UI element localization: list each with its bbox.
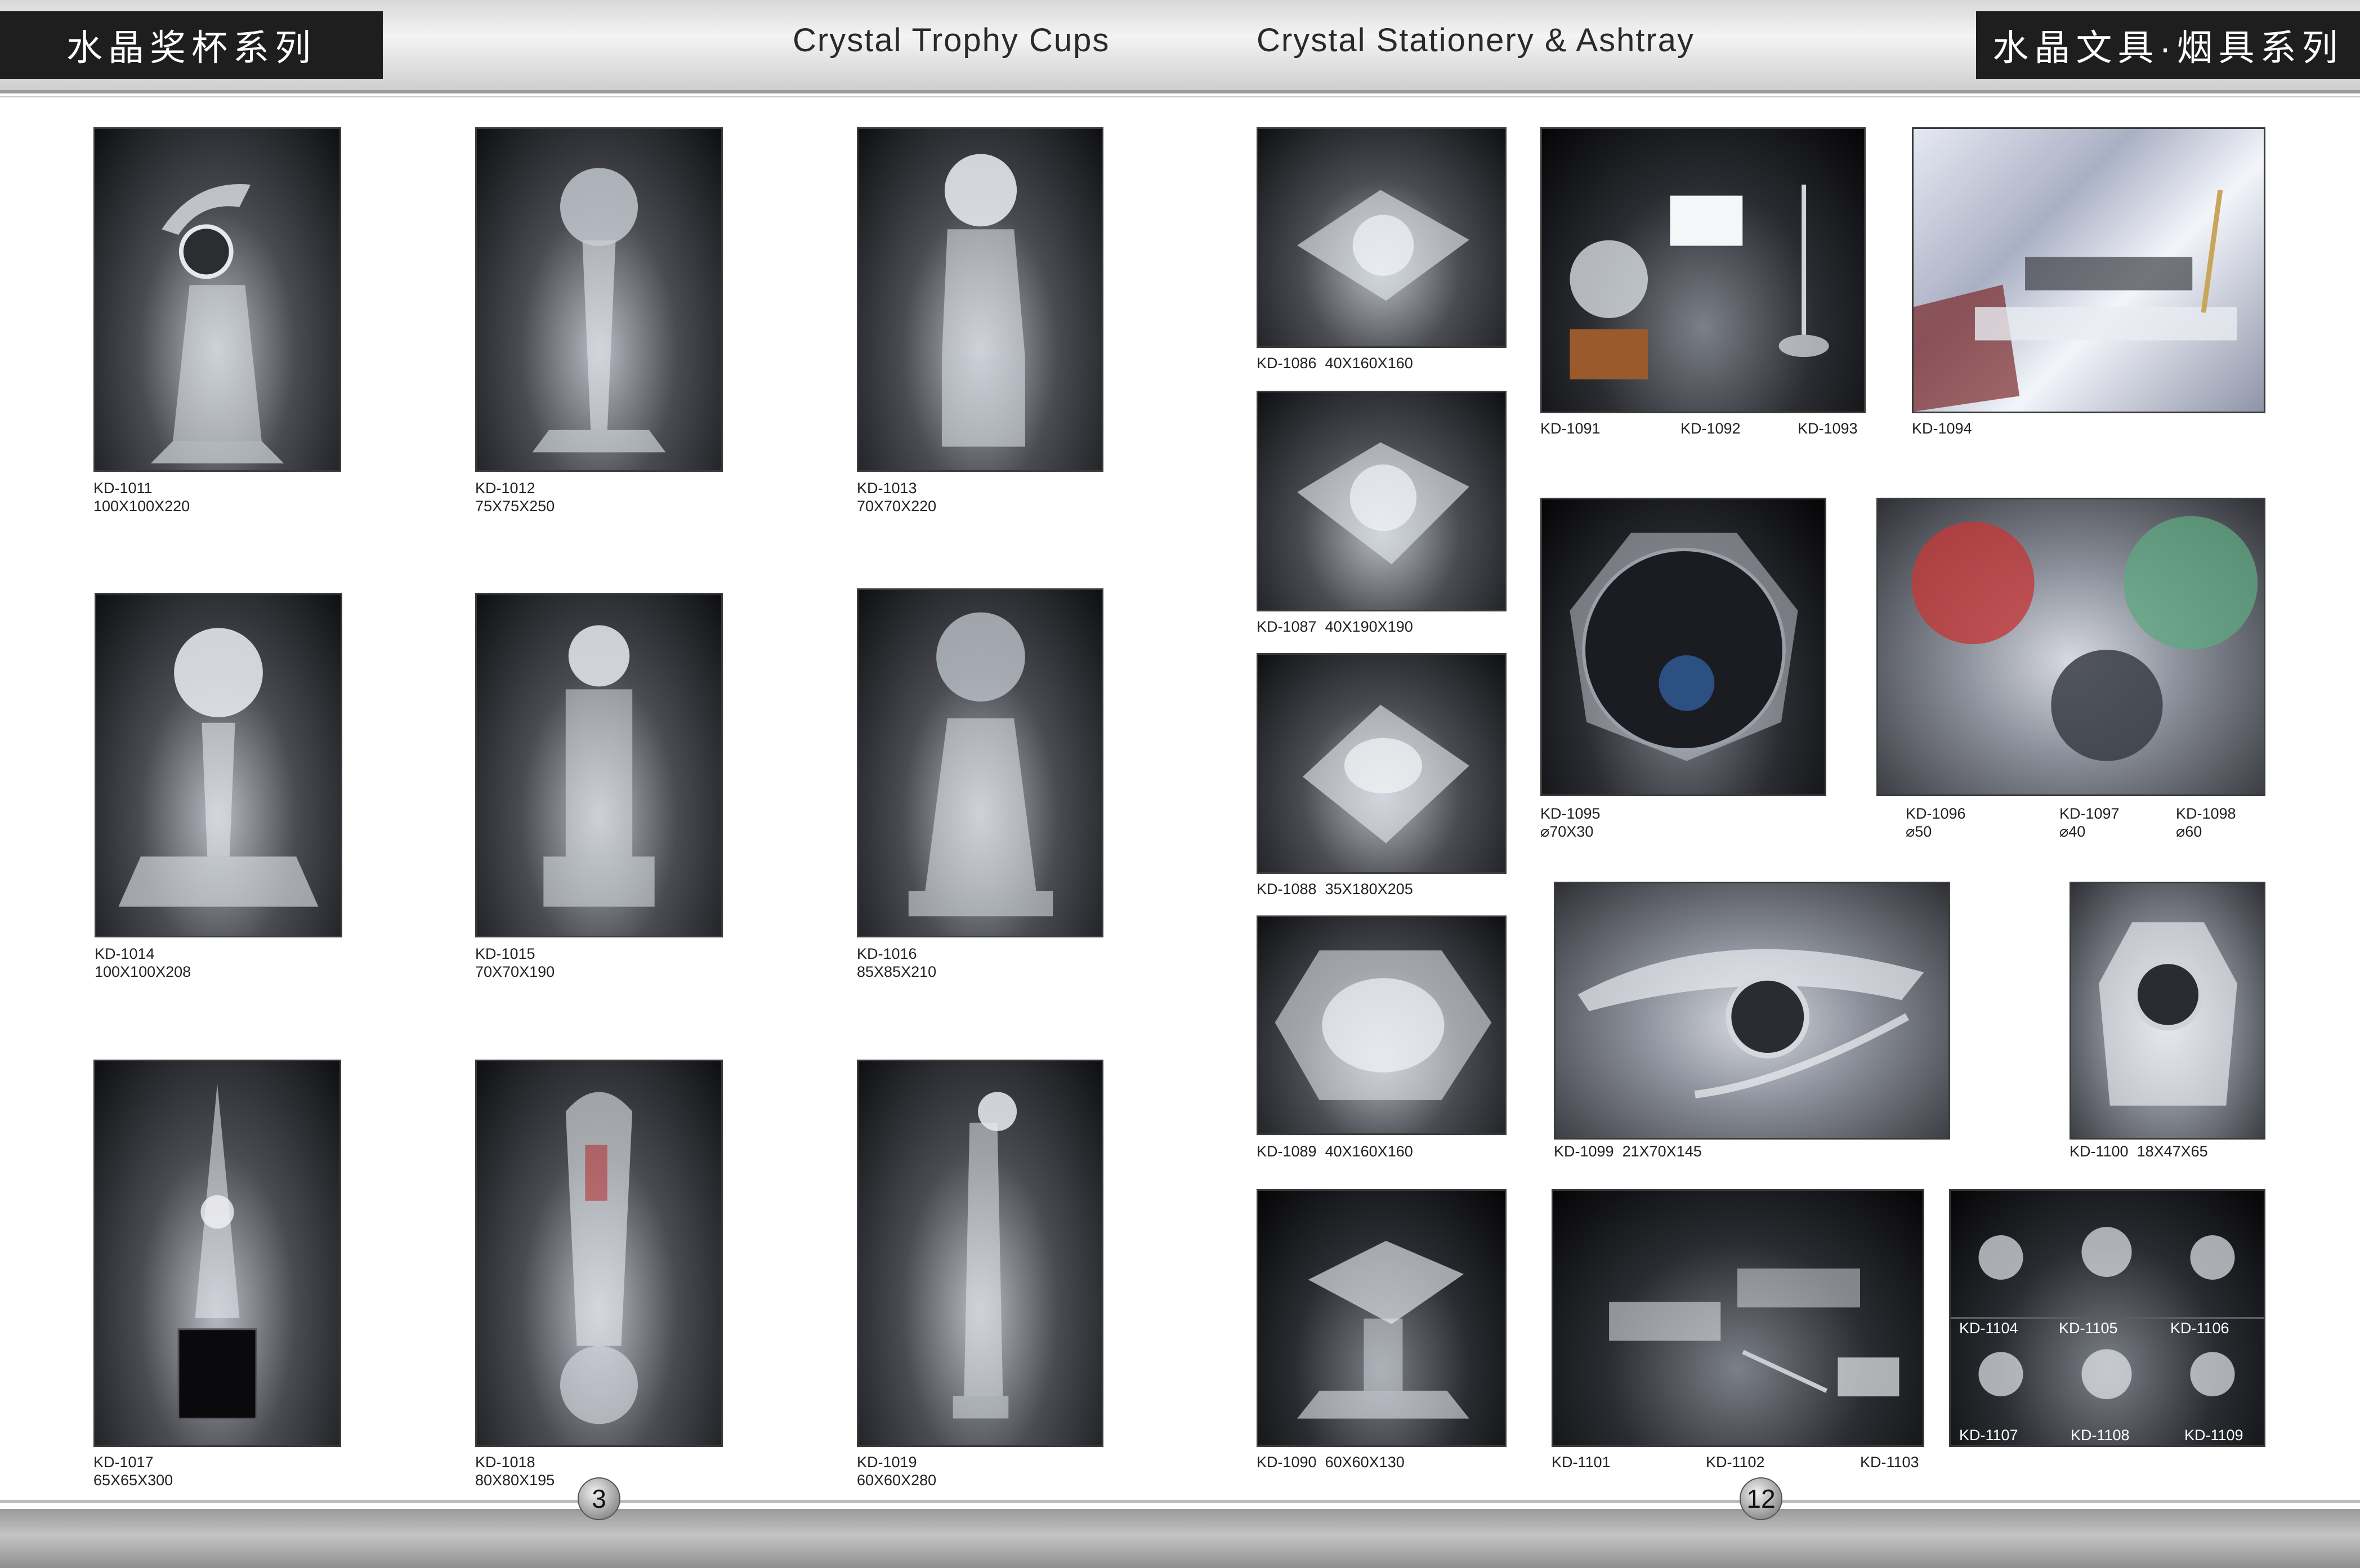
product-code: KD-1102	[1706, 1454, 1765, 1471]
product-code-size: KD-1086 40X160X160	[1257, 355, 1413, 372]
product-size: ⌀70X30	[1540, 823, 1594, 840]
cell-code-label: KD-1104	[1959, 1320, 2018, 1337]
product-photo-kd-1018	[475, 1060, 723, 1447]
product-code: KD-1016	[857, 945, 917, 962]
product-code: KD-1092	[1680, 420, 1741, 437]
product-size: 40X160X160	[1325, 355, 1413, 372]
product-code-size: KD-1087 40X190X190	[1257, 618, 1413, 635]
product-photo-kd-1089	[1257, 915, 1507, 1135]
cell-code-label: KD-1106	[2170, 1320, 2229, 1337]
product-size: 60X60X280	[857, 1472, 937, 1489]
product-photo-kd-1088	[1257, 653, 1507, 874]
product-code: KD-1099	[1554, 1143, 1614, 1160]
product-size: 35X180X205	[1325, 881, 1413, 897]
product-photo-kd-1012	[475, 127, 723, 472]
product-size: 18X47X65	[2136, 1143, 2208, 1160]
product-photo-kd-1091-1093	[1540, 127, 1866, 413]
product-photo-kd-1096-1098	[1876, 498, 2265, 796]
cell-code-label: KD-1105	[2059, 1320, 2118, 1337]
product-photo-kd-1095	[1540, 498, 1826, 796]
product-photo-kd-1100	[2070, 882, 2265, 1140]
product-size: 100X100X208	[95, 963, 191, 980]
product-size: 60X60X130	[1325, 1454, 1405, 1471]
cell-code-label: KD-1109	[2184, 1427, 2243, 1444]
product-size: 85X85X210	[857, 963, 937, 980]
product-code-size: KD-1088 35X180X205	[1257, 881, 1413, 897]
product-size: ⌀60	[2176, 823, 2202, 840]
footer-band	[0, 1509, 2360, 1568]
product-size: ⌀40	[2059, 823, 2086, 840]
product-code: KD-1086	[1257, 355, 1317, 372]
header-divider	[0, 90, 2360, 93]
product-size: 21X70X145	[1622, 1143, 1702, 1160]
product-code: KD-1013	[857, 480, 917, 497]
product-size: 75X75X250	[475, 498, 555, 515]
right-section-english-title: Crystal Stationery & Ashtray	[1257, 22, 1695, 59]
product-code: KD-1091	[1540, 420, 1601, 437]
product-photo-kd-1015	[475, 593, 723, 937]
product-photo-kd-1101-1103	[1552, 1189, 1924, 1447]
product-photo-kd-1094	[1912, 127, 2265, 413]
product-photo-kd-1016	[857, 588, 1103, 937]
product-code: KD-1103	[1860, 1454, 1919, 1471]
product-code: KD-1014	[95, 945, 155, 962]
product-photo-kd-1086	[1257, 127, 1507, 348]
product-size: 40X190X190	[1325, 618, 1413, 635]
product-code: KD-1093	[1798, 420, 1858, 437]
product-code: KD-1095	[1540, 805, 1601, 822]
cell-code-label: KD-1108	[2071, 1427, 2130, 1444]
product-size: 70X70X190	[475, 963, 555, 980]
product-code: KD-1089	[1257, 1143, 1317, 1160]
page-number-right: 12	[1740, 1477, 1782, 1520]
cell-code-label: KD-1107	[1959, 1427, 2018, 1444]
product-photo-kd-1104-1109	[1949, 1189, 2265, 1447]
product-photo-kd-1019	[857, 1060, 1103, 1447]
left-section-title: 水晶奖杯系列	[0, 11, 383, 79]
product-photo-kd-1014	[95, 593, 342, 937]
product-code: KD-1098	[2176, 805, 2236, 822]
product-photo-kd-1017	[93, 1060, 341, 1447]
product-code-size: KD-1090 60X60X130	[1257, 1454, 1405, 1471]
product-code: KD-1096	[1906, 805, 1966, 822]
product-code: KD-1101	[1552, 1454, 1611, 1471]
right-section-title: 水晶文具·烟具系列	[1976, 11, 2360, 79]
product-code: KD-1087	[1257, 618, 1317, 635]
product-photo-kd-1099	[1554, 882, 1950, 1140]
product-code: KD-1012	[475, 480, 535, 497]
product-code: KD-1015	[475, 945, 535, 962]
product-size: ⌀50	[1906, 823, 1932, 840]
page-number-left: 3	[578, 1477, 620, 1520]
product-photo-kd-1011	[93, 127, 341, 472]
header-divider-thin	[0, 96, 2360, 97]
product-size: 40X160X160	[1325, 1143, 1413, 1160]
product-code: KD-1094	[1912, 420, 1972, 437]
product-photo-kd-1013	[857, 127, 1103, 472]
product-code: KD-1097	[2059, 805, 2120, 822]
product-code-size: KD-1089 40X160X160	[1257, 1143, 1413, 1160]
product-code: KD-1017	[93, 1454, 154, 1471]
product-code-size: KD-1100 18X47X65	[2070, 1143, 2208, 1160]
left-section-english-title: Crystal Trophy Cups	[793, 22, 1110, 59]
product-code: KD-1011	[93, 480, 153, 497]
footer-divider	[0, 1500, 2360, 1503]
product-size: 100X100X220	[93, 498, 190, 515]
product-code: KD-1088	[1257, 881, 1317, 897]
product-photo-kd-1087	[1257, 391, 1507, 611]
product-code: KD-1090	[1257, 1454, 1317, 1471]
product-size: 80X80X195	[475, 1472, 555, 1489]
product-size: 65X65X300	[93, 1472, 173, 1489]
product-code: KD-1019	[857, 1454, 917, 1471]
product-size: 70X70X220	[857, 498, 937, 515]
product-code: KD-1018	[475, 1454, 535, 1471]
product-photo-kd-1090	[1257, 1189, 1507, 1447]
product-code-size: KD-1099 21X70X145	[1554, 1143, 1702, 1160]
product-code: KD-1100	[2070, 1143, 2129, 1160]
